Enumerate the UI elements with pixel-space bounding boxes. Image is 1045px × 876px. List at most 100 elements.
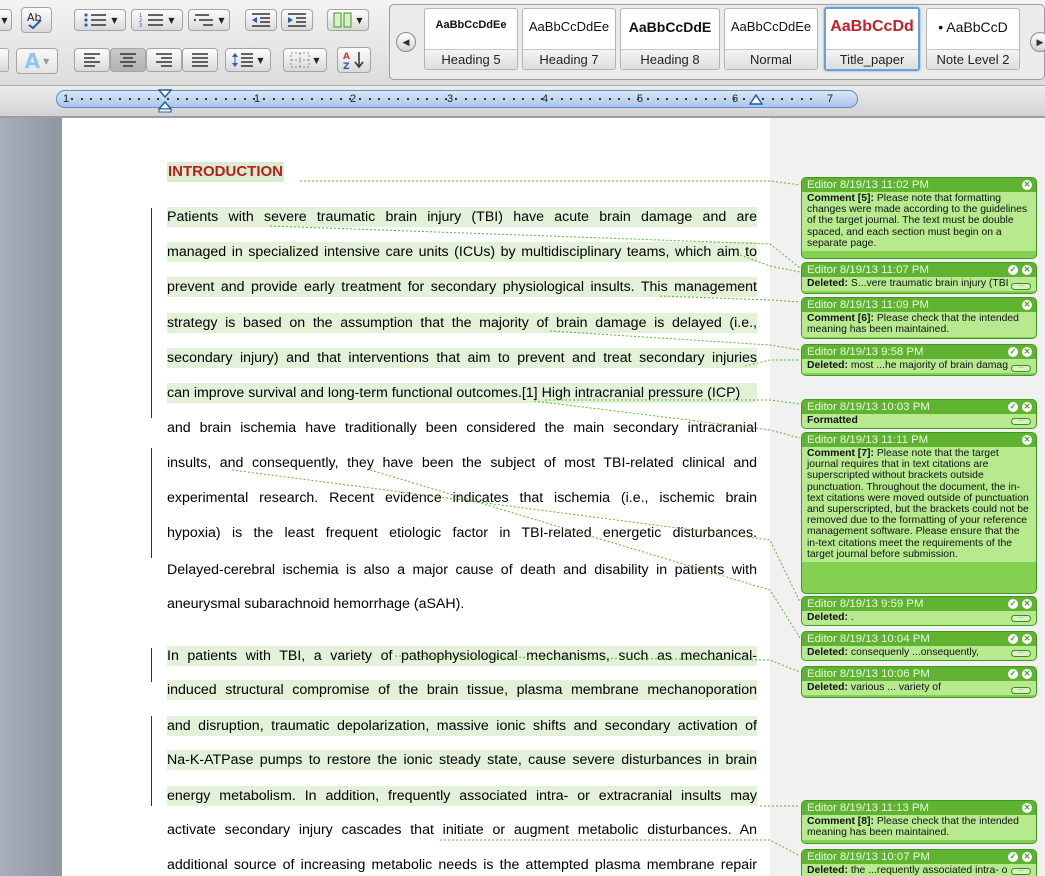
document-line[interactable]: In patients with TBI, a variety of patho… [167, 646, 757, 666]
balloon-header: Editor 8/19/13 9:59 PM ✕ ✓ [802, 597, 1036, 611]
close-icon[interactable]: ✕ [1022, 669, 1032, 679]
accept-change-icon[interactable]: ✓ [1008, 852, 1018, 862]
justify-icon[interactable] [182, 48, 218, 72]
style-heading-8[interactable]: AaBbCcDdE Heading 8 [620, 8, 720, 70]
document-line[interactable]: prevent and provide early treatment for … [167, 277, 757, 297]
document-line[interactable]: induced structural compromise of the bra… [167, 680, 757, 700]
comment-balloon[interactable]: Editor 8/19/13 9:59 PM ✕ ✓ Deleted: . ··· [801, 596, 1037, 626]
balloon-label: Comment [5]: [807, 193, 874, 204]
style-heading-5[interactable]: AaBbCcDdEe Heading 5 [424, 8, 518, 70]
ruler-tick [397, 98, 400, 100]
close-icon[interactable]: ✕ [1022, 803, 1032, 813]
ruler-tick [675, 98, 678, 100]
numbering-icon[interactable]: 1 2 3 ▼ [131, 9, 183, 31]
increase-indent-icon[interactable] [281, 9, 313, 31]
comment-balloon[interactable]: Editor 8/19/13 10:06 PM ✕ ✓ Deleted: variou… [801, 666, 1037, 698]
gallery-prev-button[interactable]: ◀ [396, 32, 416, 52]
more-button[interactable]: ··· [1011, 365, 1031, 372]
align-right-icon[interactable] [146, 48, 182, 72]
close-icon[interactable]: ✕ [1022, 347, 1032, 357]
style-name: Normal [725, 49, 817, 69]
comment-balloon[interactable]: Editor 8/19/13 11:11 PM ✕ Comment [7]: Ple… [801, 432, 1037, 594]
horizontal-ruler[interactable]: 1 1 2 3 4 5 6 7 [56, 90, 858, 108]
document-line[interactable]: secondary injury) and that interventions… [167, 348, 757, 368]
document-line[interactable]: energy metabolism. In addition, frequent… [167, 786, 757, 806]
balloon-label: Comment [8]: [807, 816, 874, 827]
close-icon[interactable]: ✕ [1022, 402, 1032, 412]
document-line[interactable]: strategy is based on the assumption that… [167, 313, 757, 333]
clear-format-button[interactable] [0, 48, 9, 72]
balloon-body: Deleted: S...vere traumatic brain injury… [802, 277, 1036, 292]
decrease-indent-icon[interactable] [245, 9, 277, 31]
close-icon[interactable]: ✕ [1022, 852, 1032, 862]
more-button[interactable]: ··· [1011, 283, 1031, 290]
accept-change-icon[interactable]: ✓ [1008, 265, 1018, 275]
close-icon[interactable]: ✕ [1022, 265, 1032, 275]
more-button[interactable]: ··· [1011, 868, 1031, 875]
ruler-tick [138, 98, 141, 100]
comment-balloon[interactable]: Editor 8/19/13 10:07 PM ✕ ✓ Deleted: the ..… [801, 849, 1037, 876]
document-line[interactable]: Delayed-cerebral ischemia is also a majo… [167, 560, 757, 580]
multilevel-list-icon[interactable]: ▼ [188, 9, 230, 31]
align-center-icon[interactable] [110, 48, 146, 72]
spelling-icon[interactable]: Ab [21, 7, 52, 33]
style-normal[interactable]: AaBbCcDdEe Normal [724, 8, 818, 70]
comment-balloon[interactable]: Editor 8/19/13 11:07 PM ✕ ✓ Deleted: S...ve… [801, 262, 1037, 294]
balloon-header: Editor 8/19/13 11:11 PM ✕ [802, 433, 1036, 447]
accept-change-icon[interactable]: ✓ [1008, 347, 1018, 357]
ruler-tick [320, 98, 323, 100]
style-heading-7[interactable]: AaBbCcDdEe Heading 7 [522, 8, 616, 70]
columns-icon[interactable]: ▼ [327, 9, 369, 31]
more-button[interactable]: ··· [1011, 687, 1031, 694]
comment-balloon[interactable]: Editor 8/19/13 11:09 PM ✕ Comment [6]: Ple… [801, 297, 1037, 339]
text-effects-icon[interactable]: A ▼ [16, 48, 58, 74]
accept-change-icon[interactable]: ✓ [1008, 669, 1018, 679]
accept-change-icon[interactable]: ✓ [1008, 599, 1018, 609]
document-line[interactable]: Patients with severe traumatic brain inj… [167, 207, 757, 227]
borders-icon[interactable]: ▼ [283, 48, 327, 72]
document-line[interactable]: additional source of increasing metaboli… [167, 855, 757, 875]
ruler-tick [186, 98, 189, 100]
font-dropdown-arrow[interactable]: ▼ [0, 9, 12, 31]
close-icon[interactable]: ✕ [1022, 599, 1032, 609]
close-icon[interactable]: ✕ [1022, 634, 1032, 644]
document-line[interactable]: managed in specialized intensive care un… [167, 242, 757, 262]
balloon-label: Deleted: [807, 278, 848, 289]
close-icon[interactable]: ✕ [1022, 300, 1032, 310]
gallery-next-button[interactable]: ▶ [1030, 32, 1045, 52]
bullets-icon[interactable]: ▼ [74, 9, 126, 31]
document-line[interactable]: experimental research. Recent evidence i… [167, 488, 757, 508]
comment-balloon[interactable]: Editor 8/19/13 11:13 PM ✕ Comment [8]: Ple… [801, 800, 1037, 844]
right-indent-marker[interactable] [749, 92, 763, 106]
more-button[interactable]: ··· [1011, 418, 1031, 425]
document-line[interactable]: activate secondary injury cascades that … [167, 820, 757, 840]
document-line[interactable]: and disruption, traumatic depolarization… [167, 716, 757, 736]
close-icon[interactable]: ✕ [1022, 435, 1032, 445]
sort-icon[interactable]: AZ [337, 47, 371, 73]
comment-balloon[interactable]: Editor 8/19/13 11:02 PM ✕ Comment [5]: Ple… [801, 177, 1037, 259]
accept-change-icon[interactable]: ✓ [1008, 634, 1018, 644]
comment-balloon[interactable]: Editor 8/19/13 9:58 PM ✕ ✓ Deleted: most ..… [801, 344, 1037, 376]
more-button[interactable]: ··· [1011, 615, 1031, 622]
document-line[interactable]: and brain ischemia have traditionally be… [167, 418, 757, 438]
comment-balloon[interactable]: Editor 8/19/13 10:03 PM ✕ ✓ Formatted ··· [801, 399, 1037, 429]
document-line[interactable]: Na-K-ATPase pumps to restore the ionic s… [167, 750, 757, 770]
line-spacing-icon[interactable]: ▼ [225, 48, 271, 72]
ruler-tick [205, 98, 208, 100]
first-line-indent-marker[interactable] [158, 87, 172, 113]
document-line[interactable]: can improve survival and long-term funct… [167, 383, 757, 403]
ruler-tick [608, 98, 611, 100]
style-title-paper[interactable]: AaBbCcDd Title_paper [824, 7, 920, 71]
balloon-label: Deleted: [807, 612, 848, 623]
document-line[interactable]: insults, and consequently, they have bee… [167, 453, 757, 473]
balloon-label: Formatted [807, 415, 858, 426]
comment-balloon[interactable]: Editor 8/19/13 10:04 PM ✕ ✓ Deleted: conseq… [801, 631, 1037, 661]
document-line[interactable]: aneurysmal subarachnoid hemorrhage (aSAH… [167, 594, 757, 614]
close-icon[interactable]: ✕ [1022, 180, 1032, 190]
ruler-tick [311, 98, 313, 100]
style-note-level-2[interactable]: • AaBbCcD Note Level 2 [926, 8, 1020, 70]
more-button[interactable]: ··· [1011, 650, 1031, 657]
align-left-icon[interactable] [74, 48, 110, 72]
accept-change-icon[interactable]: ✓ [1008, 402, 1018, 412]
document-line[interactable]: hypoxia) is the least frequent etiologic… [167, 523, 757, 543]
